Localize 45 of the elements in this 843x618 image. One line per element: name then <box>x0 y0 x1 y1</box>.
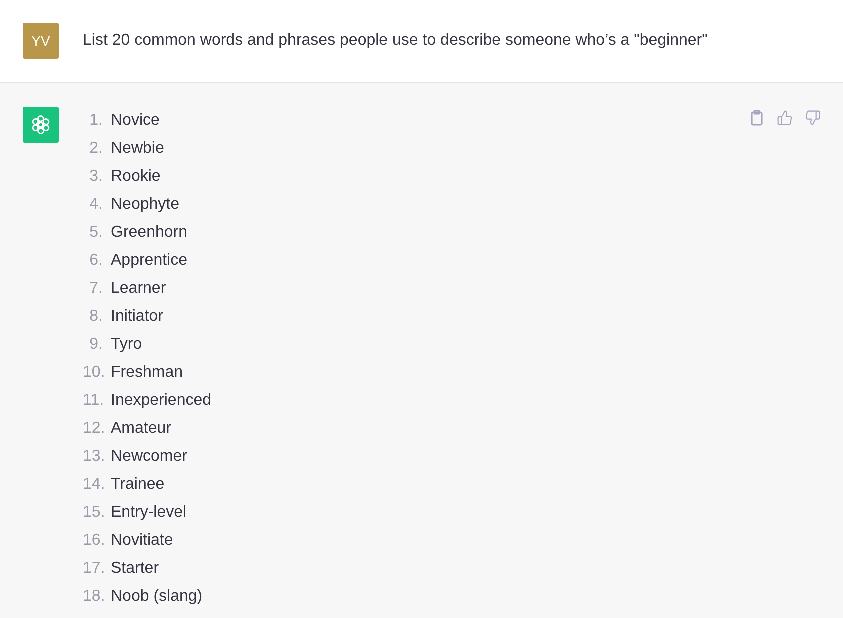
list-item-text: Greenhorn <box>111 224 188 242</box>
list-number: 14. <box>83 476 103 494</box>
clipboard-icon <box>749 110 765 126</box>
list-item-text: Newbie <box>111 140 164 158</box>
list-item-text: Entry-level <box>111 504 187 522</box>
thumbs-down-button[interactable] <box>805 110 821 126</box>
copy-button[interactable] <box>749 110 765 126</box>
user-avatar: YV <box>23 23 59 59</box>
knot-icon <box>30 114 52 136</box>
thumbs-up-button[interactable] <box>777 110 793 126</box>
list-number: 7. <box>88 280 103 298</box>
list-number: 8. <box>88 308 103 326</box>
list-item-text: Novice <box>111 112 160 130</box>
list-item-text: Freshman <box>111 364 184 382</box>
list-item-text: Novitiate <box>111 532 174 550</box>
list-item-text: Newcomer <box>111 448 188 466</box>
user-message: List 20 common words and phrases people use to describe someone who’s a "beginner" <box>83 32 708 50</box>
list-item-text: Starter <box>111 560 160 578</box>
list-number: 18. <box>83 588 103 606</box>
list-item-text: Amateur <box>111 420 172 438</box>
list-number: 10. <box>83 364 103 382</box>
list-number: 17. <box>83 560 103 578</box>
list-item-text: Trainee <box>111 476 165 494</box>
list-item-text: Learner <box>111 280 166 298</box>
list-number: 16. <box>83 532 103 550</box>
thumbs-down-icon <box>805 110 821 126</box>
list-item-text: Rookie <box>111 168 161 186</box>
list-number: 3. <box>88 168 103 186</box>
list-item-text: Noob (slang) <box>111 588 203 606</box>
thumbs-up-icon <box>777 110 793 126</box>
list-number: 15. <box>83 504 103 522</box>
list-number: 1. <box>88 112 103 130</box>
list-item-text: Neophyte <box>111 196 180 214</box>
list-number: 11. <box>83 392 103 410</box>
list-number: 9. <box>88 336 103 354</box>
list-item-text: Apprentice <box>111 252 188 270</box>
list-item-text: Tyro <box>111 336 142 354</box>
list-number: 2. <box>88 140 103 158</box>
list-number: 12. <box>83 420 103 438</box>
list-number: 4. <box>88 196 103 214</box>
list-item-text: Inexperienced <box>111 392 212 410</box>
list-number: 13. <box>83 448 103 466</box>
list-number: 5. <box>88 224 103 242</box>
list-number: 6. <box>88 252 103 270</box>
list-item-text: Initiator <box>111 308 164 326</box>
